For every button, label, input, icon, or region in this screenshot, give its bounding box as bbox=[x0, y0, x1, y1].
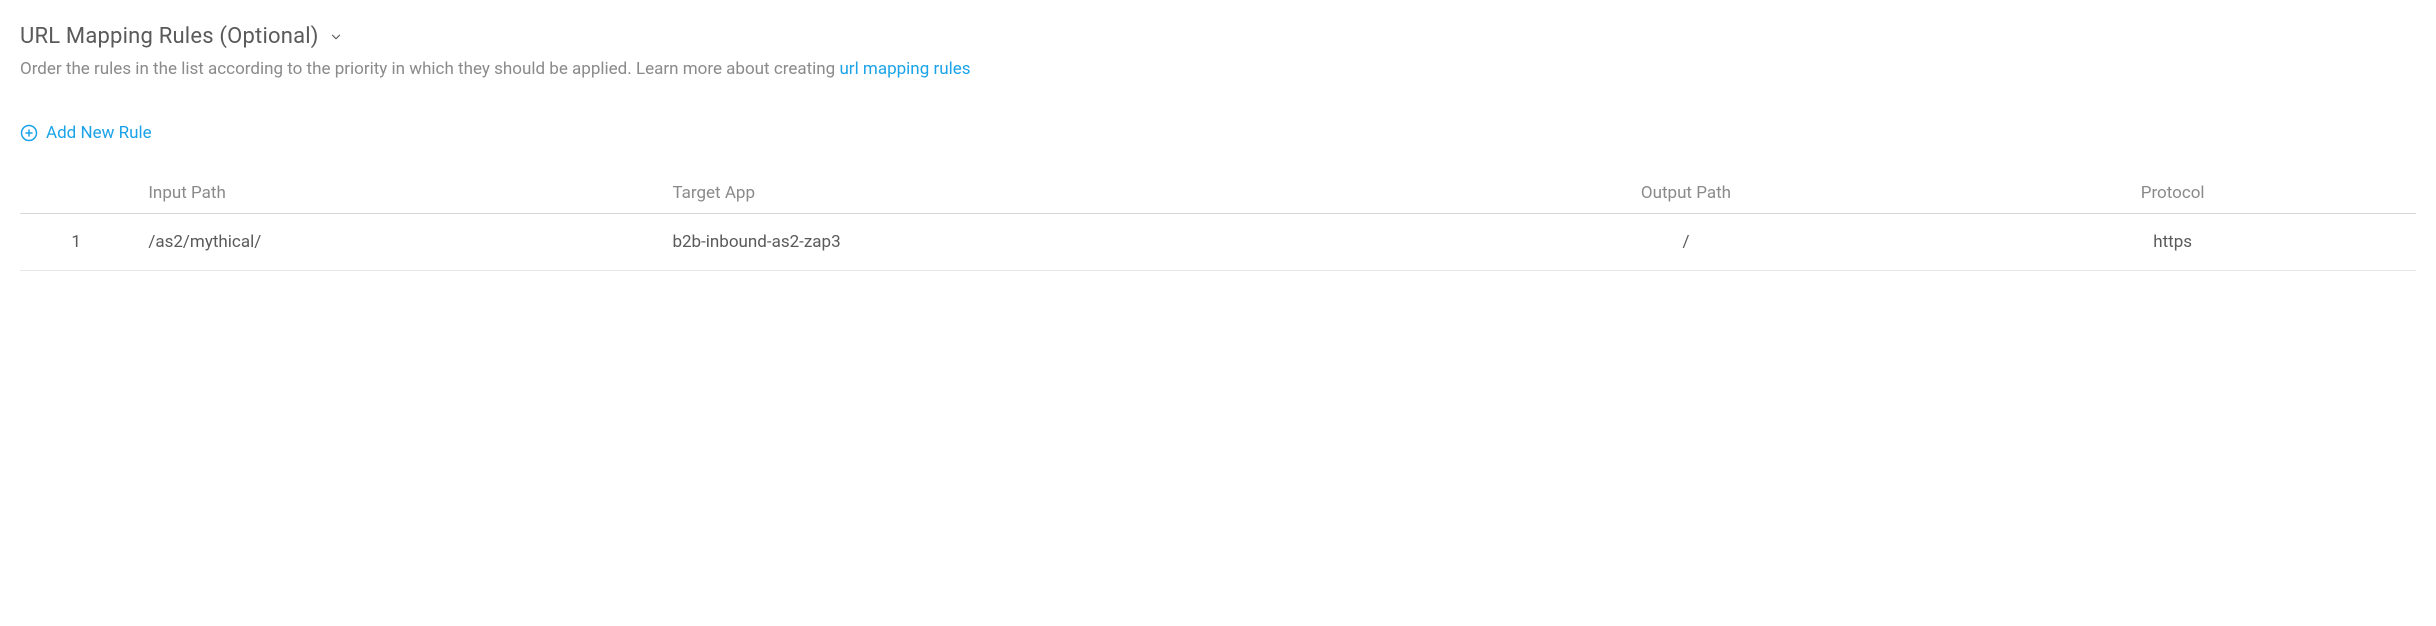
table-row[interactable]: 1 /as2/mythical/ b2b-inbound-as2-zap3 / … bbox=[20, 213, 2416, 270]
cell-index: 1 bbox=[20, 213, 132, 270]
description-text: Order the rules in the list according to… bbox=[20, 59, 839, 79]
cell-target-app: b2b-inbound-as2-zap3 bbox=[656, 213, 1442, 270]
col-header-target-app: Target App bbox=[656, 173, 1442, 214]
section-header[interactable]: URL Mapping Rules (Optional) bbox=[20, 24, 2416, 49]
add-new-rule-button[interactable]: Add New Rule bbox=[20, 123, 152, 143]
col-header-index bbox=[20, 173, 132, 214]
col-header-input-path: Input Path bbox=[132, 173, 656, 214]
cell-protocol: https bbox=[1929, 213, 2416, 270]
section-title: URL Mapping Rules (Optional) bbox=[20, 24, 319, 49]
col-header-output-path: Output Path bbox=[1443, 173, 1930, 214]
add-new-rule-label: Add New Rule bbox=[46, 123, 152, 143]
plus-circle-icon bbox=[20, 124, 38, 142]
url-mapping-rules-link[interactable]: url mapping rules bbox=[839, 59, 970, 79]
chevron-down-icon bbox=[329, 30, 343, 44]
section-description: Order the rules in the list according to… bbox=[20, 57, 2416, 83]
cell-output-path: / bbox=[1443, 213, 1930, 270]
cell-input-path: /as2/mythical/ bbox=[132, 213, 656, 270]
table-header-row: Input Path Target App Output Path Protoc… bbox=[20, 173, 2416, 214]
col-header-protocol: Protocol bbox=[1929, 173, 2416, 214]
rules-table: Input Path Target App Output Path Protoc… bbox=[20, 173, 2416, 271]
